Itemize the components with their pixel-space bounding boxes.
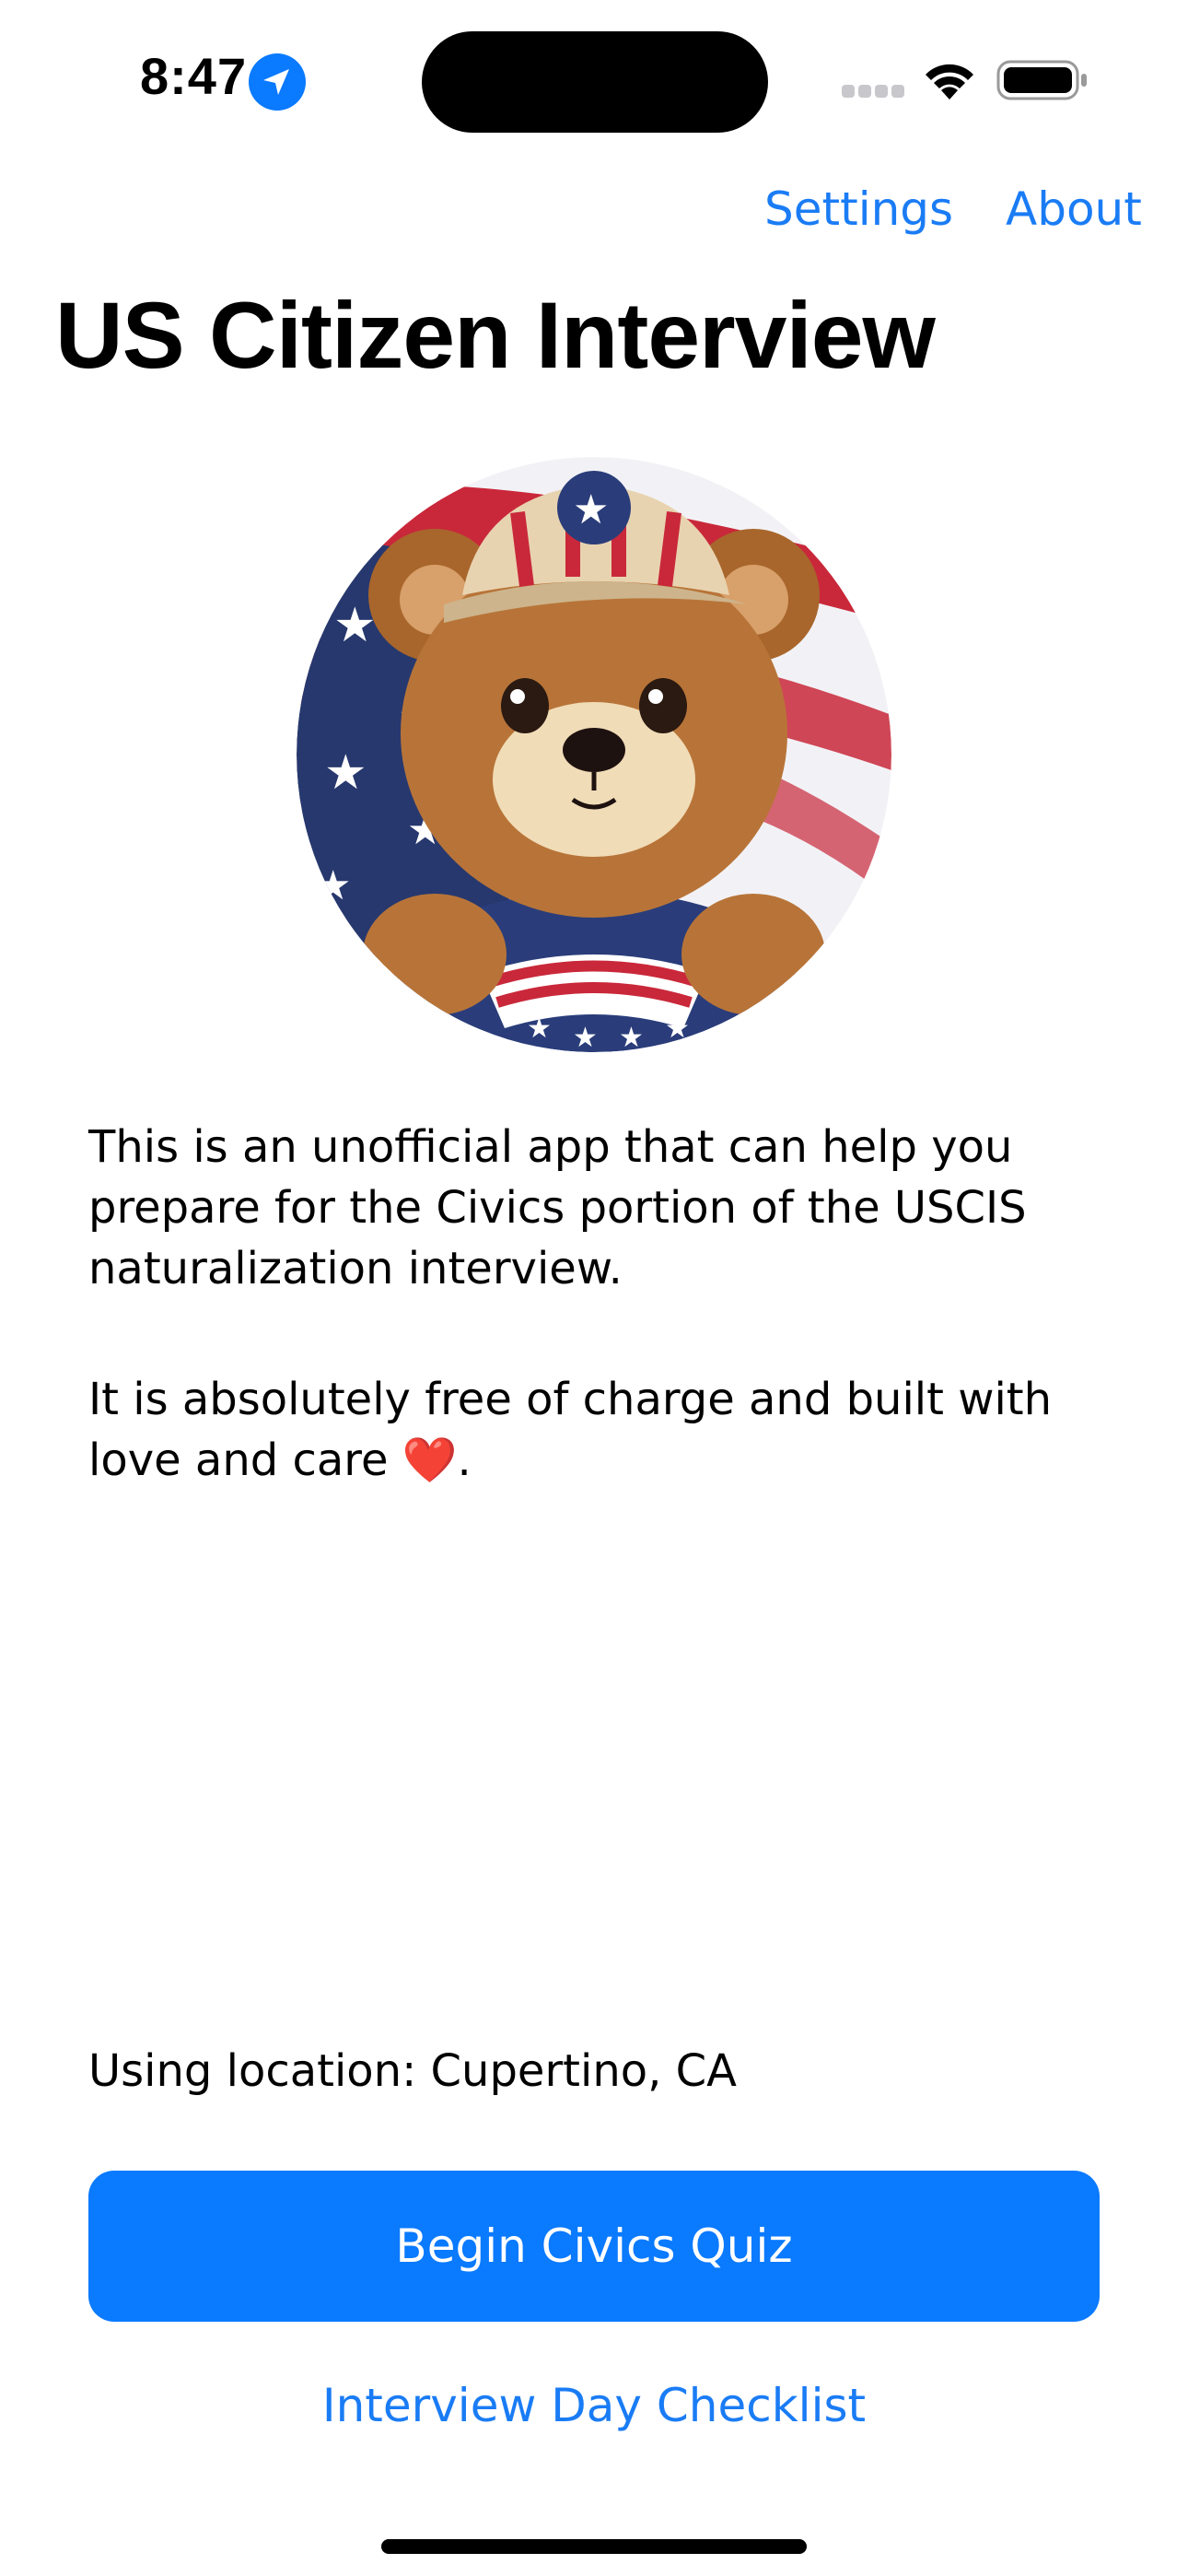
intro-paragraph-2: It is absolutely free of charge and buil… xyxy=(88,1369,1111,1491)
begin-civics-quiz-button[interactable]: Begin Civics Quiz xyxy=(88,2171,1100,2322)
app-screen: 8:47 Settings About US Citizen Interview xyxy=(0,0,1188,2576)
svg-text:★: ★ xyxy=(619,1022,644,1052)
battery-full-icon xyxy=(996,60,1087,100)
intro-paragraph-2-text: It is absolutely free of charge and buil… xyxy=(88,1374,1053,1486)
cellular-signal-icon xyxy=(842,85,906,98)
teddy-bear-mascot-image: ★ ★ ★ ★ ★ ★ ★ ★ ★ xyxy=(297,457,891,1052)
intro-paragraph-1: This is an unofficial app that can help … xyxy=(88,1121,1027,1294)
interview-day-checklist-link[interactable]: Interview Day Checklist xyxy=(0,2379,1188,2432)
svg-text:★: ★ xyxy=(573,1022,598,1052)
settings-link[interactable]: Settings xyxy=(764,182,953,236)
status-bar: 8:47 xyxy=(0,0,1188,157)
svg-text:★: ★ xyxy=(527,1013,552,1045)
svg-text:★: ★ xyxy=(324,745,367,801)
page-title: US Citizen Interview xyxy=(55,283,936,388)
intro-paragraph-2-end: . xyxy=(457,1434,472,1486)
svg-text:★: ★ xyxy=(573,486,609,533)
home-indicator[interactable] xyxy=(381,2539,807,2554)
status-time: 8:47 xyxy=(140,47,248,105)
about-link[interactable]: About xyxy=(1006,182,1142,236)
location-text: Using location: Cupertino, CA xyxy=(88,2045,737,2097)
location-arrow-icon xyxy=(249,53,306,111)
heart-icon: ❤️ xyxy=(402,1434,458,1486)
dynamic-island xyxy=(422,31,768,133)
intro-text: This is an unofficial app that can help … xyxy=(88,1117,1111,1561)
wifi-icon xyxy=(926,64,973,100)
svg-text:★: ★ xyxy=(665,1013,690,1045)
svg-text:★: ★ xyxy=(315,862,351,909)
